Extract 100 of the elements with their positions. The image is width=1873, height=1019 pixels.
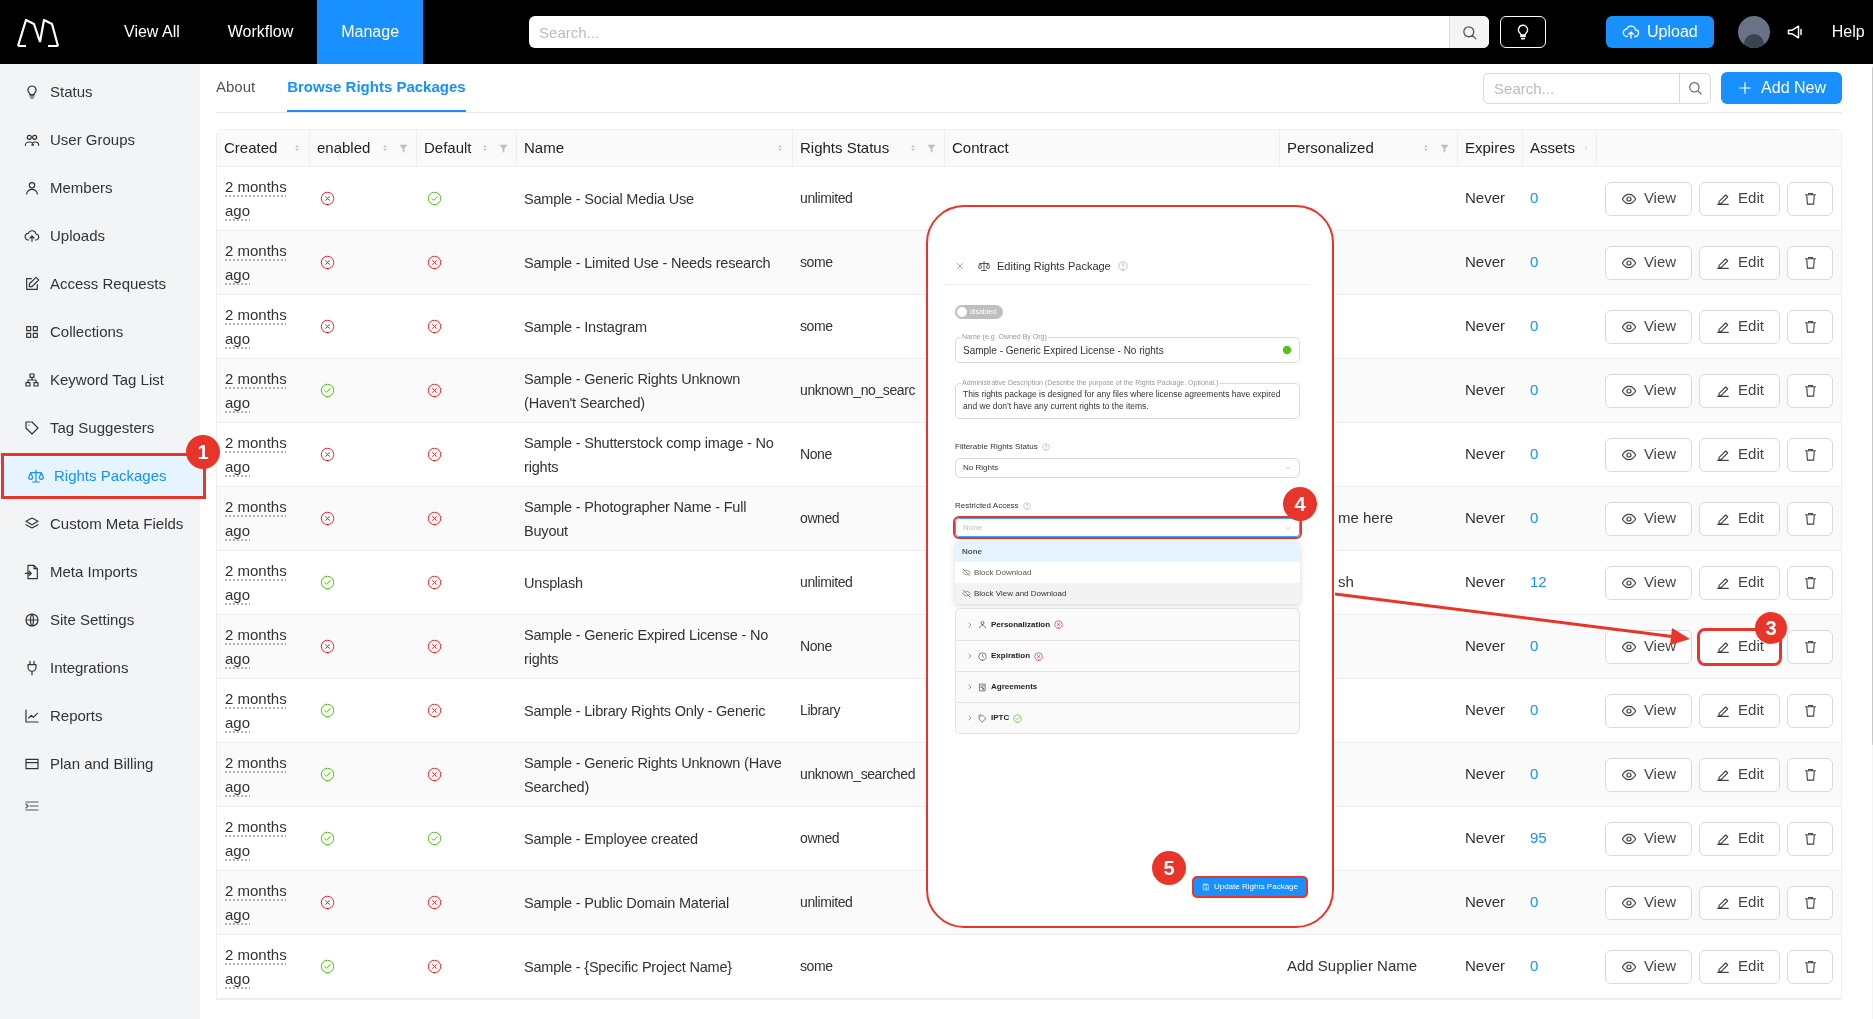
accordion-section[interactable]: Agreements [956, 671, 1299, 702]
sidebar-item[interactable]: Plan and Billing [0, 744, 200, 784]
delete-button[interactable] [1787, 437, 1833, 472]
edit-button[interactable]: Edit [1699, 373, 1780, 408]
edit-button[interactable]: Edit [1699, 309, 1780, 344]
column-header[interactable]: Created [224, 136, 278, 160]
sidebar-item[interactable]: Access Requests [0, 264, 200, 304]
table-cell-text: Sample - Limited Use - Needs research [524, 253, 771, 273]
edit-button[interactable]: Edit [1699, 501, 1780, 536]
file-import-icon [24, 564, 40, 580]
sidebar-item[interactable]: Integrations [0, 648, 200, 688]
search-field[interactable]: Search... [1483, 72, 1712, 104]
view-button[interactable]: View [1605, 565, 1692, 600]
plus-icon [1737, 80, 1754, 96]
column-header[interactable]: Rights Status [800, 136, 890, 160]
column-header[interactable]: enabled [317, 136, 371, 160]
sidebar-item[interactable]: Reports [0, 696, 200, 736]
users-icon [24, 132, 40, 148]
view-button[interactable]: View [1605, 309, 1692, 344]
sidebar-item[interactable]: Custom Meta Fields [0, 504, 200, 544]
view-button[interactable]: View [1605, 501, 1692, 536]
callout-number: 1 [186, 435, 220, 469]
dropdown-option[interactable]: None [955, 541, 1300, 562]
delete-button[interactable] [1787, 885, 1833, 920]
column-header[interactable]: Personalized [1287, 136, 1374, 160]
delete-button[interactable] [1787, 309, 1833, 344]
column-header[interactable]: Name [524, 136, 564, 160]
sidebar-item[interactable]: Collections [0, 312, 200, 352]
name-input[interactable]: Sample - Generic Expired License - No rights [963, 342, 1282, 358]
trash-icon [1802, 895, 1818, 910]
search-input[interactable]: Search... [1484, 73, 1680, 103]
tips-button[interactable] [1500, 16, 1547, 48]
sidebar-item[interactable]: Status [0, 72, 200, 112]
edit-button[interactable]: Edit [1699, 693, 1780, 728]
nav-tab[interactable]: Workflow [203, 0, 318, 64]
delete-button[interactable] [1787, 373, 1833, 408]
created-date: 2 months ago [225, 432, 288, 477]
delete-button[interactable] [1787, 629, 1833, 664]
avatar[interactable] [1737, 16, 1770, 48]
scale-icon [978, 260, 990, 272]
restricted-access-select[interactable]: None [955, 518, 1300, 537]
collapse-icon[interactable] [24, 798, 40, 814]
delete-button[interactable] [1787, 757, 1833, 792]
edit-button[interactable]: Edit [1699, 821, 1780, 856]
view-button[interactable]: View [1605, 821, 1692, 856]
view-button[interactable]: View [1605, 181, 1692, 216]
chart-icon [24, 708, 40, 724]
edit-button[interactable]: Edit [1699, 565, 1780, 600]
delete-button[interactable] [1787, 693, 1833, 728]
accordion-section[interactable]: IPTC [956, 702, 1299, 733]
table-cell-text: Add Supplier Name [1287, 956, 1418, 977]
edit-button[interactable]: Edit [1699, 757, 1780, 792]
view-button[interactable]: View [1605, 373, 1692, 408]
edit-button[interactable]: Edit [1699, 949, 1780, 984]
created-date: 2 months ago [225, 176, 288, 221]
delete-button[interactable] [1787, 245, 1833, 280]
column-header[interactable]: Expires [1465, 136, 1516, 160]
edit-button[interactable]: Edit [1699, 885, 1780, 920]
sidebar-item[interactable]: Keyword Tag List [0, 360, 200, 400]
view-button[interactable]: View [1605, 693, 1692, 728]
dropdown-option[interactable]: Block Download [955, 562, 1300, 583]
delete-button[interactable] [1787, 181, 1833, 216]
accordion-section[interactable]: Personalization [956, 609, 1299, 640]
sidebar-item[interactable]: User Groups [0, 120, 200, 160]
column-header[interactable]: Default [424, 136, 472, 160]
table-cell-text: Sample - Library Rights Only - Generic [524, 701, 766, 721]
view-button[interactable]: View [1605, 245, 1692, 280]
sidebar-item[interactable]: Uploads [0, 216, 200, 256]
lightbulb-icon [24, 84, 40, 100]
table-cell-text: Sample - Instagram [524, 317, 647, 337]
delete-button[interactable] [1787, 501, 1833, 536]
tab[interactable]: About [216, 64, 256, 112]
dropdown-option[interactable]: Block View and Download [955, 583, 1300, 604]
edit-button[interactable]: Edit [1699, 181, 1780, 216]
help-icon [1117, 261, 1128, 271]
sidebar-item[interactable]: Meta Imports [0, 552, 200, 592]
nav-tab[interactable]: View All [100, 0, 204, 64]
trash-icon [1802, 639, 1818, 654]
restricted-access-input[interactable]: None [963, 521, 1284, 534]
view-button[interactable]: View [1605, 437, 1692, 472]
view-button[interactable]: View [1605, 757, 1692, 792]
column-header[interactable]: Contract [952, 136, 1009, 160]
help-link[interactable]: Help [1831, 20, 1865, 44]
rights-status-select[interactable]: No Rights [955, 458, 1300, 478]
close-icon[interactable] [955, 261, 965, 271]
edit-button[interactable]: Edit [1699, 245, 1780, 280]
view-button[interactable]: View [1605, 949, 1692, 984]
column-header[interactable]: Assets [1530, 136, 1575, 160]
chevron-right-icon [966, 620, 974, 629]
accordion-section[interactable]: Expiration [956, 640, 1299, 671]
view-button[interactable]: View [1605, 885, 1692, 920]
sidebar-item[interactable]: Site Settings [0, 600, 200, 640]
sidebar-item[interactable]: Members [0, 168, 200, 208]
search-button[interactable] [1449, 16, 1490, 48]
delete-button[interactable] [1787, 821, 1833, 856]
delete-button[interactable] [1787, 949, 1833, 984]
table-cell-text: Sample - Employee created [524, 829, 698, 849]
table-cell-text: Sample - Shutterstock comp image - No rights [524, 433, 775, 477]
edit-button[interactable]: Edit [1699, 437, 1780, 472]
delete-button[interactable] [1787, 565, 1833, 600]
